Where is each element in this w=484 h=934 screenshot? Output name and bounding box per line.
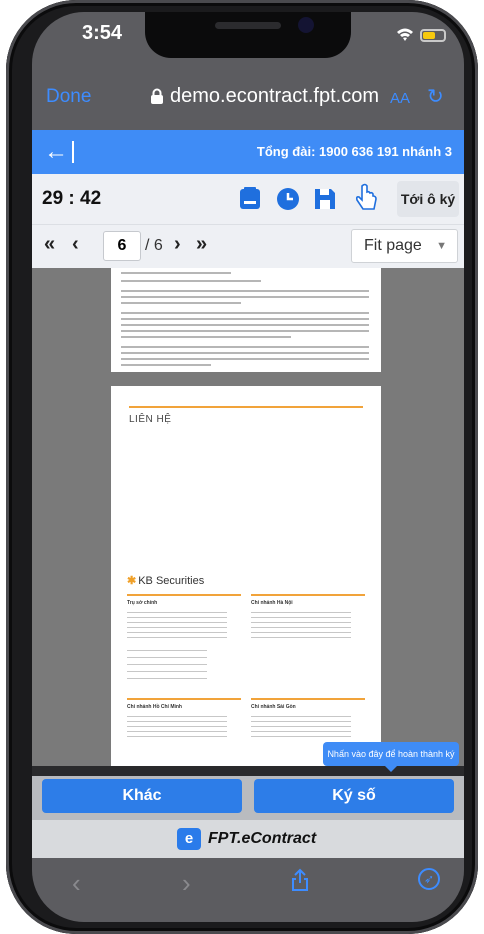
kb-logo-icon: ✱ [127, 575, 137, 587]
page-total: / 6 [145, 237, 163, 254]
company-logo: ✱ KB Securities [127, 574, 204, 587]
reload-icon[interactable]: ↻ [427, 84, 444, 109]
prev-page-icon[interactable]: ‹ [72, 233, 79, 256]
text-line [121, 318, 369, 320]
url-field[interactable]: demo.econtract.fpt.com [170, 85, 379, 108]
text-line [121, 280, 261, 282]
last-page-icon[interactable]: » [196, 233, 207, 256]
screen: 3:54 Done demo.econtract.fpt.com AA ↻ ← … [32, 12, 464, 922]
text-line [121, 330, 369, 332]
browser-back-icon[interactable]: ‹ [72, 868, 81, 899]
share-icon[interactable] [290, 868, 310, 898]
zoom-select-value: Fit page [364, 237, 422, 254]
brand-name: FPT.eContract [208, 830, 317, 847]
other-button[interactable]: Khác [42, 779, 242, 813]
status-bar: 3:54 [32, 12, 464, 72]
office-title: Chi nhánh Sài Gòn [251, 704, 296, 710]
clock-icon[interactable] [275, 186, 301, 212]
wifi-icon [396, 28, 414, 47]
office-detail-lines [127, 608, 227, 638]
office-divider [127, 594, 241, 596]
text-line [121, 336, 291, 338]
app-header: ← Tổng đài: 1900 636 191 nhánh 3 [32, 130, 464, 174]
hotline-text: Tổng đài: 1900 636 191 nhánh 3 [256, 144, 452, 159]
goto-sign-button[interactable]: Tới ô ký [397, 181, 459, 217]
text-line [121, 324, 369, 326]
back-arrow-icon[interactable]: ← [44, 138, 68, 166]
zoom-select[interactable]: Fit page ▼ [351, 229, 458, 263]
office-title: Chi nhánh Hà Nội [251, 600, 293, 606]
compass-icon[interactable]: ➶ [418, 868, 440, 890]
battery-level [423, 32, 435, 39]
office-divider [251, 698, 365, 700]
office-title: Trụ sở chính [127, 600, 158, 606]
text-line [121, 364, 211, 366]
header-divider [72, 141, 74, 163]
done-button[interactable]: Done [46, 86, 91, 108]
contact-accent-line [129, 406, 363, 408]
office-divider [251, 594, 365, 596]
save-icon[interactable] [312, 186, 338, 212]
text-line [121, 312, 369, 314]
text-line [121, 290, 369, 292]
page-number-input[interactable]: 6 [103, 231, 141, 261]
fpt-econtract-logo-icon: e [177, 828, 201, 850]
browser-bottom-bar: ‹ › ➶ [32, 858, 464, 922]
chevron-down-icon: ▼ [436, 240, 447, 252]
finish-sign-tooltip[interactable]: Nhấn vào đây để hoàn thành ký [323, 742, 459, 772]
speaker [215, 22, 281, 29]
office-detail-lines [251, 608, 351, 638]
card-icon[interactable] [237, 186, 263, 212]
text-line [121, 302, 241, 304]
action-bar: Khác Ký số [32, 776, 464, 820]
text-line [121, 272, 231, 274]
text-line [121, 352, 369, 354]
text-size-button[interactable]: AA [390, 90, 410, 107]
office-detail-lines [127, 644, 207, 684]
next-page-icon[interactable]: › [174, 233, 181, 256]
text-line [121, 358, 369, 360]
brand-footer: e FPT.eContract [32, 820, 464, 858]
document-page-current: LIÊN HỆ ✱ KB Securities Trụ sở chính Chi … [111, 386, 381, 766]
battery-icon [420, 29, 446, 42]
hand-pointer-icon[interactable] [352, 182, 380, 214]
office-title: Chi nhánh Hồ Chí Minh [127, 704, 182, 710]
digital-sign-button[interactable]: Ký số [254, 779, 454, 813]
first-page-icon[interactable]: « [44, 233, 55, 256]
contact-heading: LIÊN HỆ [129, 414, 172, 425]
lock-icon [150, 88, 164, 109]
front-camera [298, 17, 314, 33]
text-line [121, 346, 369, 348]
office-detail-lines [127, 712, 227, 738]
phone-frame: 3:54 Done demo.econtract.fpt.com AA ↻ ← … [6, 0, 478, 934]
browser-bar: Done demo.econtract.fpt.com AA ↻ [32, 72, 464, 130]
session-timer: 29 : 42 [42, 188, 102, 209]
text-line [121, 296, 369, 298]
document-page-previous [111, 268, 381, 372]
document-toolbar: 29 : 42 Tới ô ký [32, 174, 464, 224]
pager-bar: « ‹ 6 / 6 › » Fit page ▼ [32, 224, 464, 268]
company-name: KB Securities [138, 575, 205, 587]
status-time: 3:54 [82, 22, 123, 44]
office-detail-lines [251, 712, 351, 738]
browser-forward-icon[interactable]: › [182, 868, 191, 899]
notch [145, 12, 351, 58]
office-divider [127, 698, 241, 700]
document-viewer[interactable]: LIÊN HỆ ✱ KB Securities Trụ sở chính Chi … [32, 268, 464, 766]
